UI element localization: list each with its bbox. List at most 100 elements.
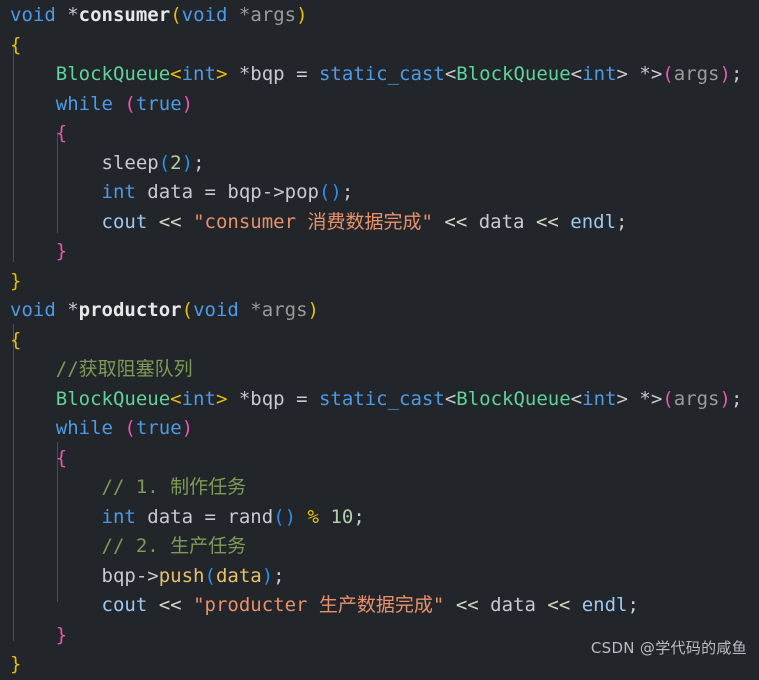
token-var-bqp: bqp [250,387,285,410]
token-op-shift: << [535,210,559,233]
token-op-star: * [639,63,651,85]
token-op-star: * [238,63,251,85]
code-line-6[interactable]: sleep(2); [10,149,759,179]
token-function-consumer: consumer [78,4,171,26]
token-paren-close: ) [181,92,194,115]
token-keyword-void-param: void [193,299,239,321]
code-line-10[interactable]: } [10,267,759,297]
token-semicolon: ; [730,63,743,85]
token-angle-close: > [616,387,628,410]
token-paren-open: ( [204,564,216,587]
token-angle-close: > [650,63,663,85]
code-line-15[interactable]: while (true) [10,414,759,444]
token-keyword-int: int [181,387,216,410]
code-line-7[interactable]: int data = bqp->pop(); [10,178,759,208]
code-line-13[interactable]: //获取阻塞队列 [10,355,759,385]
token-op-star: * [238,387,251,410]
token-paren-close: ) [261,564,274,587]
code-line-21[interactable]: cout << "producter 生产数据完成" << data << en… [10,591,759,621]
token-keyword-int: int [181,63,216,85]
code-line-9[interactable]: } [10,237,759,267]
token-paren-open: ( [662,63,674,85]
code-line-19[interactable]: // 2. 生产任务 [10,532,759,562]
token-string-producter-msg: "producter 生产数据完成" [193,594,445,616]
token-var-data: data [215,564,262,587]
code-line-3[interactable]: BlockQueue<int> *bqp = static_cast<Block… [10,60,759,90]
token-brace-close: } [55,623,68,646]
token-paren-close: ) [284,505,297,528]
token-brace-open: { [55,122,68,144]
token-angle-close: > [616,63,628,85]
code-line-8[interactable]: cout << "consumer 消费数据完成" << data << end… [10,208,759,238]
token-op-shift: << [547,594,571,616]
code-line-5[interactable]: { [10,119,759,149]
token-op-assign: = [296,63,308,85]
code-editor-pane[interactable]: void *consumer(void *args) { BlockQueue<… [0,0,759,675]
code-line-14[interactable]: BlockQueue<int> *bqp = static_cast<Block… [10,385,759,415]
token-op-shift: << [444,210,468,233]
token-keyword-void: void [10,299,56,321]
token-semicolon: ; [193,151,205,174]
token-var-data: data [490,594,536,616]
token-var-data: data [478,210,525,233]
token-paren-open: ( [662,387,674,410]
code-line-11[interactable]: void *productor(void *args) [10,296,759,326]
code-line-16[interactable]: { [10,444,759,474]
token-paren-open: ( [158,151,171,174]
token-angle-open: < [444,63,457,85]
token-op-star: * [639,387,651,410]
token-semicolon: ; [627,594,639,616]
token-brace-close: } [10,653,22,675]
token-paren-close: ) [719,387,731,410]
token-op-arrow: -> [135,564,159,587]
code-line-1[interactable]: void *consumer(void *args) [10,1,759,31]
token-op-star: * [238,4,251,26]
code-line-17[interactable]: // 1. 制作任务 [10,473,759,503]
code-line-4[interactable]: while (true) [10,90,759,120]
token-paren-close: ) [181,151,194,174]
token-op-star: * [67,4,79,26]
token-var-bqp: bqp [250,63,285,85]
token-angle-open: < [170,387,182,410]
token-paren-close: ) [181,417,194,439]
token-semicolon: ; [273,564,285,587]
token-op-shift: << [455,594,479,616]
token-keyword-static-cast: static_cast [318,387,445,410]
token-keyword-int: int [101,505,136,528]
token-type-blockqueue: BlockQueue [456,387,571,410]
code-line-18[interactable]: int data = rand() % 10; [10,503,759,533]
token-angle-open: < [570,387,583,410]
token-var-bqp: bqp [101,564,136,587]
token-string-consumer-msg: "consumer 消费数据完成" [193,210,433,233]
token-stream-cout: cout [101,594,148,616]
code-line-12[interactable]: { [10,326,759,356]
token-param-args: args [261,299,308,321]
code-line-2[interactable]: { [10,31,759,61]
token-angle-open: < [570,63,583,85]
token-var-data: data [147,505,194,528]
token-semicolon: ; [353,505,365,528]
token-op-modulo: % [307,505,319,528]
code-line-20[interactable]: bqp->push(data); [10,562,759,592]
token-keyword-while: while [55,417,113,439]
token-op-star: * [250,299,262,321]
token-op-assign: = [296,387,308,410]
token-brace-close: } [10,269,22,292]
token-angle-close: > [215,63,228,85]
code-content[interactable]: void *consumer(void *args) { BlockQueue<… [0,0,759,680]
token-var-bqp: bqp [227,181,262,203]
token-var-data: data [147,181,194,203]
token-angle-close: > [650,387,663,410]
token-op-star: * [67,299,79,321]
token-keyword-void-param: void [181,4,228,26]
token-type-blockqueue: BlockQueue [55,387,171,410]
token-type-blockqueue: BlockQueue [55,63,171,85]
token-brace-close: } [55,240,68,262]
token-type-blockqueue: BlockQueue [456,63,571,85]
token-function-rand: rand [227,505,274,528]
token-angle-close: > [215,387,228,410]
token-paren-open: ( [124,92,136,115]
token-param-args: args [673,63,720,85]
token-keyword-static-cast: static_cast [318,63,445,85]
token-number-2: 2 [170,151,182,174]
